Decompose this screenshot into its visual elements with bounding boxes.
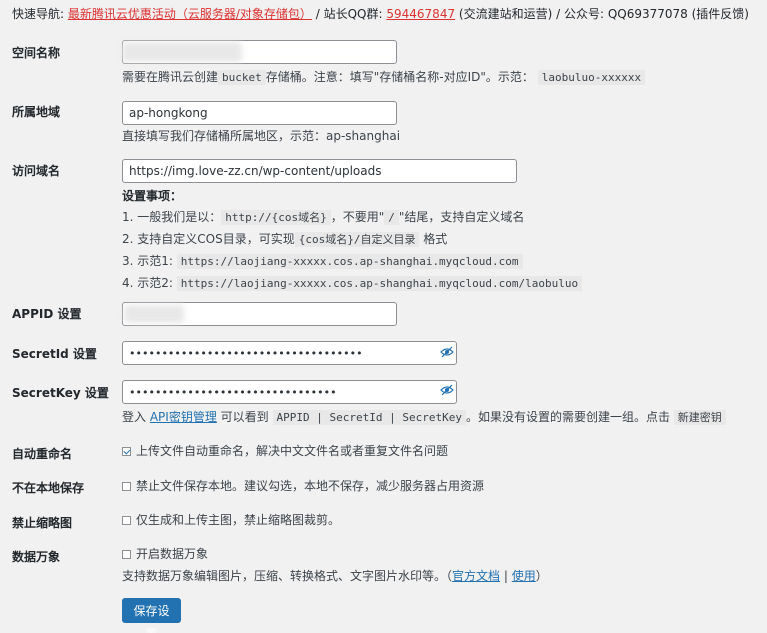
secret-id-input[interactable]: •••••••••••••••••••••••••••••••••••• (122, 341, 457, 365)
no-local-text: 禁止文件保存本地。建议勾选，本地不保存，减少服务器占用资源 (136, 479, 485, 493)
secret-key-value: •••••••••••••••••••••••••••••••• (129, 386, 337, 399)
tip-4-text: 4. 示范2: (122, 276, 173, 290)
region-label: 所属地域 (12, 105, 61, 119)
secret-key-desc-text-3: 。如果没有设置的需要创建一组。点击 (465, 410, 670, 424)
save-settings-button[interactable]: 保存设置 (122, 598, 181, 633)
tip-1-text-2: ，不要用" (330, 210, 385, 224)
api-key-link[interactable]: API密钥管理 (150, 410, 217, 424)
bucket-label: 空间名称 (12, 46, 61, 60)
tip-3-code: https://laojiang-xxxxx.cos.ap-shanghai.m… (176, 254, 523, 269)
ci-desc-text: 支持数据万象编辑图片，压缩、转换格式、文字图片水印等。（ (122, 569, 453, 583)
ci-desc-separator: | (503, 569, 508, 583)
new-key-code: 新建密钥 (673, 410, 726, 425)
auto-rename-text: 上传文件自动重命名，解决中文文件名或者重复文件名问题 (136, 444, 449, 458)
tip-1-text-3: "结尾，支持自定义域名 (398, 210, 525, 224)
appid-label: APPID 设置 (12, 307, 82, 321)
tip-2: 2. 支持自定义COS目录，可实现 {cos域名}/自定义目录 格式 (122, 230, 582, 249)
tip-2-text: 2. 支持自定义COS目录，可实现 (122, 232, 295, 246)
official-docs-link[interactable]: 官方文档 (452, 569, 500, 583)
bucket-description: 需要在腾讯云创建 bucket 存储桶。注意：填写"存储桶名称-对应ID"。示范： … (122, 68, 646, 87)
tip-1: 1. 一般我们是以： http://{cos域名} ，不要用" / "结尾，支持自定义域… (122, 208, 582, 227)
secret-id-value: •••••••••••••••••••••••••••••••••••• (129, 347, 363, 360)
auto-rename-checkbox[interactable] (122, 447, 131, 456)
tip-1-code: http://{cos域名} (221, 210, 331, 225)
no-local-label: 不在本地保存 (12, 481, 85, 495)
secret-id-label: SecretId 设置 (12, 347, 97, 361)
promo-link[interactable]: 最新腾讯云优惠活动（云服务器/对象存储包） (68, 7, 312, 21)
tip-3: 3. 示范1: https://laojiang-xxxxx.cos.ap-sh… (122, 252, 582, 271)
qq-group-note: (交流建站和运营) (458, 7, 553, 21)
bucket-example-code: laobuluo-xxxxxx (537, 70, 646, 85)
ci-description: 支持数据万象编辑图片，压缩、转换格式、文字图片水印等。（官方文档 | 使用） (122, 567, 548, 585)
no-thumb-label: 禁止缩略图 (12, 516, 73, 530)
no-local-checkbox[interactable] (122, 482, 131, 491)
tips-title: 设置事项： (122, 189, 183, 203)
region-description: 直接填写我们存储桶所属地区，示范：ap-shanghai (122, 129, 401, 143)
key-names-code: APPID | SecretId | SecretKey (272, 410, 466, 425)
tip-2-text-2: 格式 (423, 232, 448, 246)
show-password-icon[interactable] (440, 346, 454, 358)
qq-group-link[interactable]: 594467847 (386, 7, 455, 21)
ci-text: 开启数据万象 (136, 547, 209, 561)
domain-tips: 设置事项： 1. 一般我们是以： http://{cos域名} ，不要用" / "结尾，… (122, 187, 583, 293)
tip-3-text: 3. 示范1: (122, 254, 173, 268)
domain-input[interactable] (122, 159, 517, 183)
secret-key-description: 登入 API密钥管理 可以看到 APPID | SecretId | Secre… (122, 408, 726, 427)
tip-4: 4. 示范2: https://laojiang-xxxxx.cos.ap-sh… (122, 274, 583, 293)
quick-nav: 快速导航: 最新腾讯云优惠活动（云服务器/对象存储包） / 站长QQ群: 594… (12, 6, 767, 22)
nav-separator-qq: / 站长QQ群: (315, 7, 383, 21)
no-thumb-text: 仅生成和上传主图，禁止缩略图裁剪。 (136, 513, 341, 527)
auto-rename-label: 自动重命名 (12, 447, 73, 461)
wechat-account: / 公众号: QQ69377078 (插件反馈) (556, 7, 749, 21)
settings-page: 快速导航: 最新腾讯云优惠活动（云服务器/对象存储包） / 站长QQ群: 594… (0, 0, 767, 633)
appid-redaction (124, 305, 184, 323)
no-thumb-checkbox[interactable] (122, 516, 131, 525)
secret-key-label: SecretKey 设置 (12, 386, 109, 400)
bucket-code: bucket (218, 70, 266, 85)
tip-4-code: https://laojiang-xxxxx.cos.ap-shanghai.m… (176, 276, 583, 291)
domain-label: 访问域名 (12, 164, 61, 178)
usage-link[interactable]: 使用 (512, 569, 536, 583)
tip-1-slash-code: / (384, 210, 399, 225)
ci-desc-close: ） (535, 569, 548, 583)
secret-key-desc-text-2: 可以看到 (220, 410, 269, 424)
tip-1-text: 1. 一般我们是以： (122, 210, 222, 224)
bucket-desc-text: 需要在腾讯云创建 (122, 70, 219, 84)
secret-key-input[interactable]: •••••••••••••••••••••••••••••••• (122, 380, 457, 404)
tip-2-code: {cos域名}/自定义目录 (294, 232, 420, 247)
ci-checkbox[interactable] (122, 550, 131, 559)
ci-label: 数据万象 (12, 550, 61, 564)
secret-key-desc-text: 登入 (122, 410, 147, 424)
region-input[interactable] (122, 101, 397, 125)
bucket-redaction (122, 42, 242, 62)
bucket-desc-text-2: 存储桶。注意：填写"存储桶名称-对应ID"。示范： (265, 70, 534, 84)
quick-nav-prefix: 快速导航: (12, 7, 65, 21)
show-password-icon[interactable] (440, 384, 454, 396)
